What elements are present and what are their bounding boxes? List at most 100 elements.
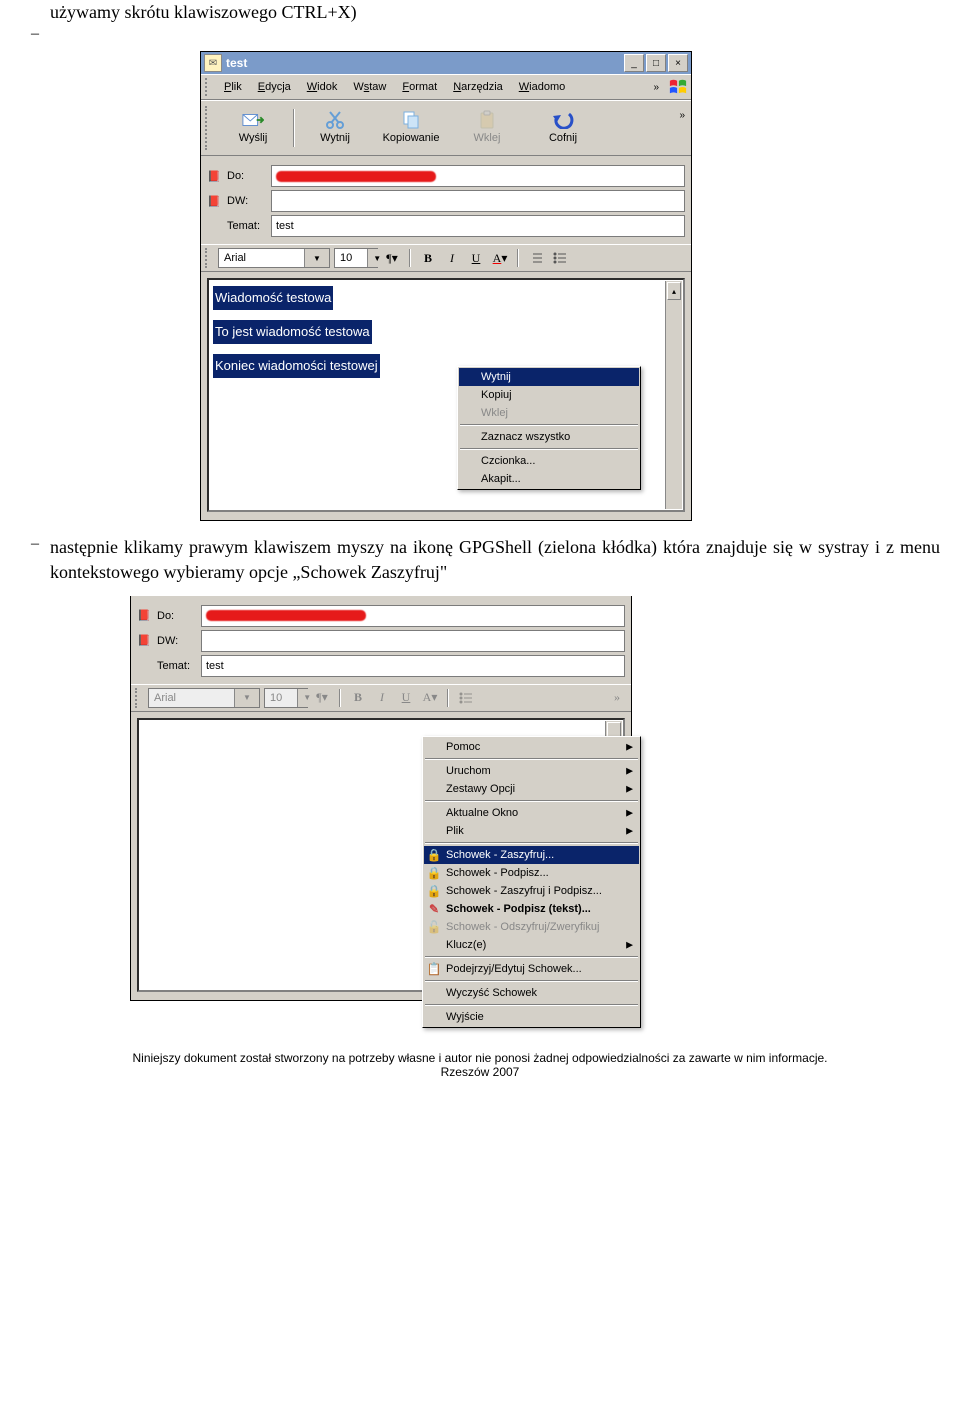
font-combo[interactable]: Arial▼	[218, 248, 330, 268]
label-dw: DW:	[157, 635, 195, 647]
window-title: test	[226, 56, 622, 70]
toolbar-overflow-icon[interactable]: »	[675, 104, 689, 152]
menu-wiadomosc[interactable]: Wiadomo	[513, 79, 571, 95]
chevron-right-icon: ▶	[626, 783, 633, 794]
send-icon	[242, 110, 264, 130]
ctx-zestawy-opcji[interactable]: Zestawy Opcji▶	[424, 780, 639, 798]
ctx-schowek-podpisz[interactable]: 🔒 Schowek - Podpisz...	[424, 864, 639, 882]
menu-plik[interactable]: PPliklik	[218, 79, 248, 95]
ctx-wklej[interactable]: Wklej	[459, 404, 639, 422]
list-dash: –	[20, 535, 50, 553]
format-toolbar: Arial▼ 10▼ ¶▾ B I U A▾	[201, 244, 691, 272]
cut-button[interactable]: Wytnij	[297, 104, 373, 150]
ctx-czcionka[interactable]: Czcionka...	[459, 452, 639, 470]
ctx-plik[interactable]: Plik▶	[424, 822, 639, 840]
font-color-button[interactable]: A▾	[490, 248, 510, 268]
cc-field[interactable]	[201, 630, 625, 652]
cc-field[interactable]	[271, 190, 685, 212]
label-temat: Temat:	[227, 220, 265, 232]
to-field[interactable]	[201, 605, 625, 627]
footer-disclaimer: Niniejszy dokument został stworzony na p…	[20, 1051, 940, 1065]
list-dash: –	[20, 25, 50, 43]
message-body-area[interactable]: Wiadomość testowa To jest wiadomość test…	[207, 278, 685, 512]
chevron-down-icon: ▼	[234, 689, 259, 707]
padlock-green-icon: 🔒	[426, 883, 442, 899]
copy-button[interactable]: Kopiowanie	[373, 104, 449, 150]
selected-text: Koniec wiadomości testowej	[213, 354, 380, 378]
size-combo[interactable]: 10▼	[334, 248, 378, 268]
ctx-wyjscie[interactable]: Wyjście	[424, 1008, 639, 1026]
chevron-right-icon: ▶	[626, 765, 633, 776]
ctx-podejrzyj-schowek[interactable]: 📋 Podejrzyj/Edytuj Schowek...	[424, 960, 639, 978]
ctx-schowek-podpisz-tekst[interactable]: ✎ Schowek - Podpisz (tekst)...	[424, 900, 639, 918]
ctx-schowek-odszyfruj[interactable]: 🔓 Schowek - Odszyfruj/Zweryfikuj	[424, 918, 639, 936]
paste-button[interactable]: Wklej	[449, 104, 525, 150]
minimize-button[interactable]: _	[624, 54, 644, 72]
label-dw: DW:	[227, 195, 265, 207]
intro-text: używamy skrótu klawiszowego CTRL+X)	[50, 0, 940, 25]
numbered-list-button[interactable]	[526, 248, 546, 268]
maximize-button[interactable]: □	[646, 54, 666, 72]
menu-overflow-icon[interactable]: »	[651, 82, 661, 93]
underline-button[interactable]: U	[466, 248, 486, 268]
toolbar-label: Wyślij	[239, 132, 268, 144]
bullet-list-button[interactable]	[550, 248, 570, 268]
subject-field[interactable]: test	[201, 655, 625, 677]
address-book-icon[interactable]: 📕	[207, 169, 221, 183]
chevron-right-icon: ▶	[626, 825, 633, 836]
format-overflow-icon[interactable]: »	[607, 688, 627, 708]
scroll-up-button[interactable]: ▴	[667, 282, 681, 300]
scissors-icon	[324, 110, 346, 130]
unlock-icon: 🔓	[426, 919, 442, 935]
redacted-text	[206, 610, 366, 621]
paragraph-style-button: ¶▾	[312, 688, 332, 708]
ctx-schowek-zaszyfruj[interactable]: 🔒 Schowek - Zaszyfruj...	[424, 846, 639, 864]
ctx-wyczysc-schowek[interactable]: Wyczyść Schowek	[424, 984, 639, 1002]
padlock-green-icon: 🔒	[426, 865, 442, 881]
ctx-aktualne-okno[interactable]: Aktualne Okno▶	[424, 804, 639, 822]
menu-edycja[interactable]: Edycja	[252, 79, 297, 95]
font-color-button: A▾	[420, 688, 440, 708]
bullet-list-button	[456, 688, 476, 708]
ctx-zaznacz-wszystko[interactable]: Zaznacz wszystko	[459, 428, 639, 446]
bold-button[interactable]: B	[418, 248, 438, 268]
to-field[interactable]	[271, 165, 685, 187]
undo-button[interactable]: Cofnij	[525, 104, 601, 150]
chevron-right-icon: ▶	[626, 939, 633, 950]
ctx-wytnij[interactable]: Wytnij	[459, 368, 639, 386]
toolbar: Wyślij Wytnij Kopiowanie	[201, 100, 691, 156]
menu-format[interactable]: Format	[396, 79, 443, 95]
ctx-akapit[interactable]: Akapit...	[459, 470, 639, 488]
header-fields: 📕 Do: 📕 DW: 📕 Temat: test	[131, 596, 631, 684]
size-combo: 10▼	[264, 688, 308, 708]
italic-button[interactable]: I	[442, 248, 462, 268]
grip-icon	[205, 106, 211, 150]
close-button[interactable]: ×	[668, 54, 688, 72]
menu-widok[interactable]: Widok	[301, 79, 344, 95]
menubar: PPliklik Edycja Widok Wstaw Format Narzę…	[201, 74, 691, 100]
chevron-right-icon: ▶	[626, 741, 633, 752]
gpgshell-menu: Pomoc▶ Uruchom▶ Zestawy Opcji▶ Aktualne …	[422, 736, 641, 1028]
subject-field[interactable]: test	[271, 215, 685, 237]
address-book-icon[interactable]: 📕	[137, 634, 151, 648]
paragraph-style-button[interactable]: ¶▾	[382, 248, 402, 268]
send-button[interactable]: Wyślij	[215, 104, 291, 150]
compose-window-cropped: 📕 Do: 📕 DW: 📕 Temat: test Arial▼ 10▼ ¶▾ …	[130, 596, 632, 1001]
ctx-uruchom[interactable]: Uruchom▶	[424, 762, 639, 780]
ctx-kopiuj[interactable]: Kopiuj	[459, 386, 639, 404]
selected-text: To jest wiadomość testowa	[213, 320, 372, 344]
address-book-icon[interactable]: 📕	[207, 194, 221, 208]
address-book-icon[interactable]: 📕	[137, 609, 151, 623]
menu-narzedzia[interactable]: Narzędzia	[447, 79, 509, 95]
undo-icon	[552, 110, 574, 130]
vertical-scrollbar[interactable]: ▴	[665, 281, 682, 509]
label-do: Do:	[227, 170, 265, 182]
ctx-schowek-zaszyfruj-podpisz[interactable]: 🔒 Schowek - Zaszyfruj i Podpisz...	[424, 882, 639, 900]
ctx-klucze[interactable]: Klucz(e)▶	[424, 936, 639, 954]
menu-wstaw[interactable]: Wstaw	[347, 79, 392, 95]
copy-icon	[400, 110, 422, 130]
format-toolbar-disabled: Arial▼ 10▼ ¶▾ B I U A▾ »	[131, 684, 631, 712]
ctx-pomoc[interactable]: Pomoc▶	[424, 738, 639, 756]
grip-icon	[205, 248, 211, 268]
page-footer: Niniejszy dokument został stworzony na p…	[20, 1051, 940, 1079]
